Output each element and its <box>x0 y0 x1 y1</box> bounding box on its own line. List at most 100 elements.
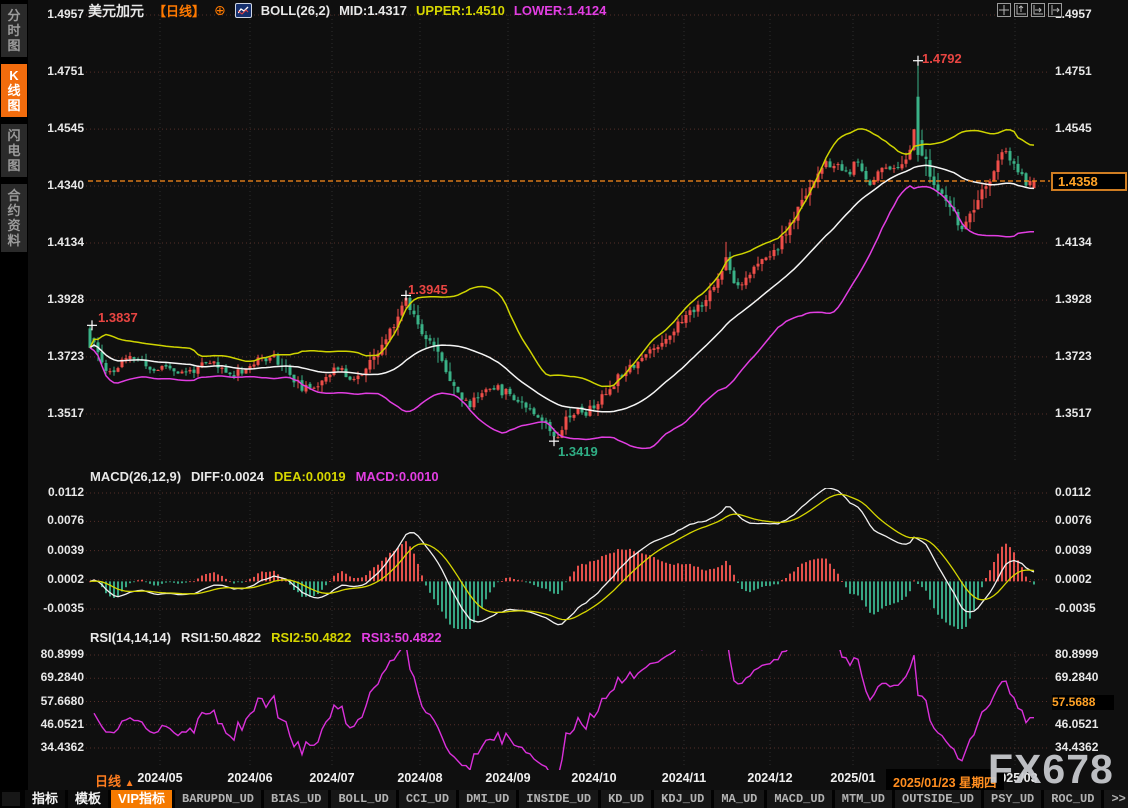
sidebar-tab-3[interactable]: 闪电图 <box>1 124 27 177</box>
toolbar-button--[interactable]: 指标 <box>25 790 65 808</box>
boll-lower-value: LOWER:1.4124 <box>514 3 606 18</box>
macd-params-label: MACD(26,12,9) <box>90 469 181 484</box>
rsi3-value: RSI3:50.4822 <box>361 630 441 645</box>
timeframe-selector[interactable]: 日线 ▲ <box>95 771 135 790</box>
price-chart-canvas[interactable] <box>0 0 1128 808</box>
price-tick-label: 1.4340 <box>28 178 84 192</box>
sidebar-tab-char: 分 <box>7 8 20 23</box>
symbol-name: 美元加元 <box>88 1 144 21</box>
toolbar-button-cci-ud[interactable]: CCI_UD <box>399 790 456 808</box>
price-tick-label: 1.3928 <box>28 292 84 306</box>
chart-header: 美元加元 【日线】 ⊕ BOLL(26,2) MID:1.4317 UPPER:… <box>88 2 606 19</box>
axis-pan-icon[interactable] <box>1031 3 1045 17</box>
extreme-price-label: 1.4792 <box>922 51 962 66</box>
axis-zoom-icon[interactable] <box>1014 3 1028 17</box>
price-tick-label: 0.0039 <box>28 543 84 557</box>
toolbar-button-bias-ud[interactable]: BIAS_UD <box>264 790 328 808</box>
toolbar-button-mtm-ud[interactable]: MTM_UD <box>835 790 892 808</box>
price-tick-label: 1.3928 <box>1055 292 1092 306</box>
period-tag: 【日线】 <box>153 1 205 20</box>
price-tick-label: 0.0076 <box>28 513 84 527</box>
month-label: 2024/11 <box>662 771 707 785</box>
macd-dea-value: DEA:0.0019 <box>274 469 346 484</box>
timeframe-label: 日线 <box>95 774 121 789</box>
toolbar-button-kd-ud[interactable]: KD_UD <box>601 790 651 808</box>
price-tick-label: 0.0112 <box>1055 485 1091 499</box>
price-tick-label: 1.3517 <box>1055 406 1092 420</box>
price-tick-label: 46.0521 <box>1055 717 1098 731</box>
month-label: 2024/06 <box>227 771 272 785</box>
price-tick-label: 46.0521 <box>28 717 84 731</box>
price-tick-label: 80.8999 <box>1055 647 1098 661</box>
sidebar-tab-char: 合 <box>7 188 20 203</box>
price-tick-label: 1.3517 <box>28 406 84 420</box>
price-tick-label: 0.0076 <box>1055 513 1092 527</box>
crosshair-icon[interactable] <box>997 3 1011 17</box>
rsi-params-label: RSI(14,14,14) <box>90 630 171 645</box>
sidebar-tab-char: 资 <box>7 218 20 233</box>
toolbar-button--[interactable]: 模板 <box>68 790 108 808</box>
sidebar-tab-char: 约 <box>7 203 20 218</box>
extreme-price-label: 1.3945 <box>408 282 448 297</box>
toolbar-button-ma-ud[interactable]: MA_UD <box>714 790 764 808</box>
extreme-price-label: 1.3837 <box>98 310 138 325</box>
price-tick-label: 1.4751 <box>28 64 84 78</box>
sidebar-tab-char: 时 <box>7 23 20 38</box>
price-tick-label: 0.0002 <box>1055 572 1092 586</box>
sidebar-tab-char: 图 <box>7 38 20 53</box>
x-axis: 日线 ▲ 2025/01/23 星期四 2024/052024/062024/0… <box>0 769 1128 789</box>
price-tick-label: 1.4545 <box>1055 121 1092 135</box>
rsi-current-box: 57.5688 <box>1052 695 1114 710</box>
toolbar-button-dmi-ud[interactable]: DMI_UD <box>459 790 516 808</box>
toolbar-button-vip-[interactable]: VIP指标 <box>111 790 172 808</box>
sidebar-tab-4[interactable]: 合约资料 <box>1 184 27 252</box>
rsi-header: RSI(14,14,14) RSI1:50.4822 RSI2:50.4822 … <box>90 630 442 645</box>
chevron-up-icon: ▲ <box>125 778 135 789</box>
add-indicator-icon[interactable]: ⊕ <box>214 2 226 19</box>
sidebar-tab-char: 图 <box>7 98 20 113</box>
toolbar-button-macd-ud[interactable]: MACD_UD <box>767 790 831 808</box>
toolbar-button-inside-ud[interactable]: INSIDE_UD <box>519 790 598 808</box>
price-tick-label: -0.0035 <box>1055 601 1096 615</box>
sidebar-tab-char: 电 <box>7 143 20 158</box>
month-label: 2024/05 <box>137 771 182 785</box>
price-tick-label: 1.4134 <box>28 235 84 249</box>
sidebar-tab-1[interactable]: 分时图 <box>1 4 27 57</box>
current-price-box: 1.4358 <box>1051 172 1127 191</box>
shift-right-icon[interactable] <box>1048 3 1062 17</box>
toolbar-button-outside-ud[interactable]: OUTSIDE_UD <box>895 790 981 808</box>
toolbar-button-kdj-ud[interactable]: KDJ_UD <box>654 790 711 808</box>
sidebar: 分时图K线图闪电图合约资料 <box>0 0 28 790</box>
sidebar-tab-char: 线 <box>7 83 20 98</box>
month-label: 2024/10 <box>571 771 616 785</box>
sidebar-tab-char: K <box>9 68 18 83</box>
macd-diff-value: DIFF:0.0024 <box>191 469 264 484</box>
macd-macd-value: MACD:0.0010 <box>356 469 439 484</box>
price-tick-label: 1.4957 <box>28 7 84 21</box>
month-label: 2024/12 <box>747 771 792 785</box>
price-tick-label: 1.4134 <box>1055 235 1092 249</box>
sidebar-tab-char: 料 <box>7 233 20 248</box>
rsi2-value: RSI2:50.4822 <box>271 630 351 645</box>
watermark: FX678 <box>988 746 1114 793</box>
indicator-icon <box>235 3 252 18</box>
app-root: 分时图K线图闪电图合约资料 美元加元 【日线】 ⊕ BOLL(26,2) MID… <box>0 0 1128 808</box>
boll-mid-value: MID:1.4317 <box>339 3 407 18</box>
price-tick-label: 69.2840 <box>28 670 84 684</box>
price-tick-label: 0.0112 <box>28 485 84 499</box>
price-tick-label: -0.0035 <box>28 601 84 615</box>
toolbar-button-boll-ud[interactable]: BOLL_UD <box>331 790 395 808</box>
extreme-price-label: 1.3419 <box>558 444 598 459</box>
sidebar-tab-2[interactable]: K线图 <box>1 64 27 117</box>
price-tick-label: 80.8999 <box>28 647 84 661</box>
month-label: 2024/08 <box>397 771 442 785</box>
price-tick-label: 0.0002 <box>28 572 84 586</box>
toolbar-button-barupdn-ud[interactable]: BARUPDN_UD <box>175 790 261 808</box>
indicator-toolbar: 指标模板VIP指标BARUPDN_UDBIAS_UDBOLL_UDCCI_UDD… <box>0 790 1128 808</box>
price-tick-label: 0.0039 <box>1055 543 1092 557</box>
price-tick-label: 57.6680 <box>28 694 84 708</box>
price-tick-label: 1.3723 <box>1055 349 1092 363</box>
month-label: 2024/09 <box>485 771 530 785</box>
sidebar-tab-char: 闪 <box>7 128 20 143</box>
price-tick-label: 1.4545 <box>28 121 84 135</box>
